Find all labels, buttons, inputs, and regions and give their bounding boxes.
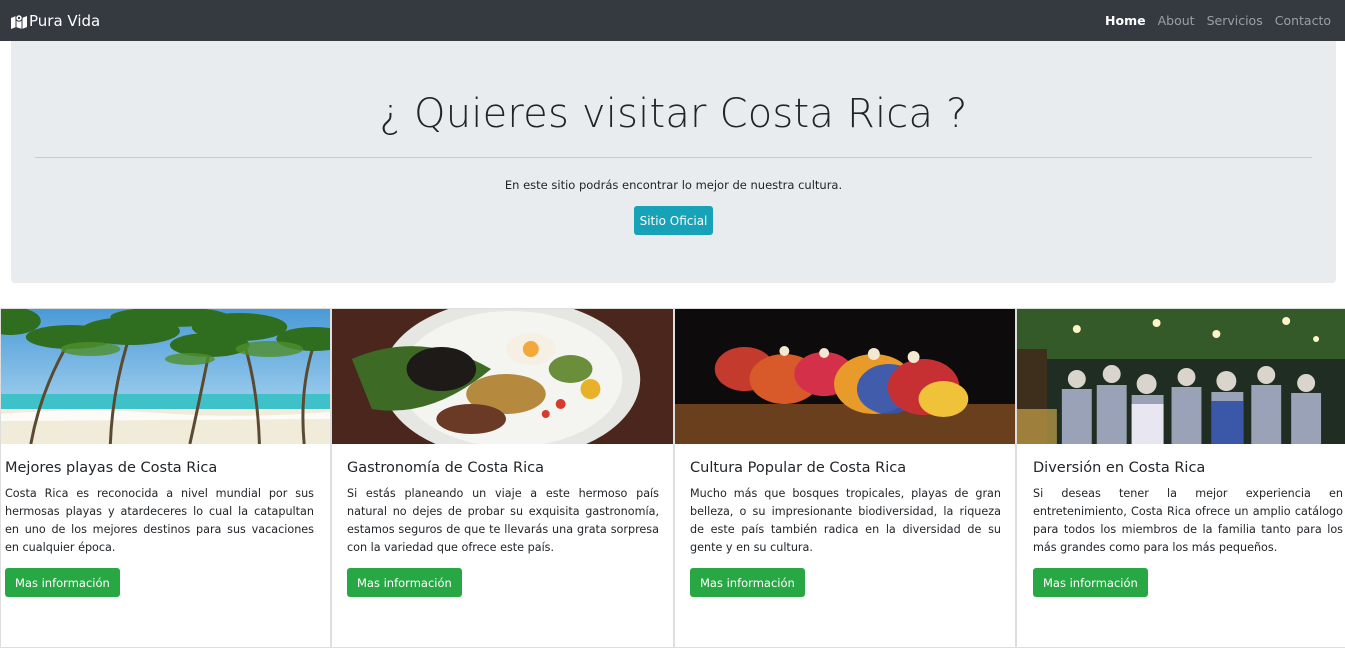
card-text: Mucho más que bosques tropicales, playas… bbox=[690, 487, 1001, 554]
card-body: Cultura Popular de Costa Rica Mucho más … bbox=[675, 444, 1015, 597]
card-body: Mejores playas de Costa Rica Costa Rica … bbox=[1, 444, 330, 597]
nav-link-servicios[interactable]: Servicios bbox=[1207, 13, 1263, 28]
brand-link[interactable]: Pura Vida bbox=[10, 12, 100, 30]
card-image-dancers bbox=[675, 309, 1015, 444]
card-culture: Cultura Popular de Costa Rica Mucho más … bbox=[674, 308, 1016, 648]
card-title: Cultura Popular de Costa Rica bbox=[690, 460, 907, 476]
card-fun: Diversión en Costa Rica Si deseas tener … bbox=[1016, 308, 1345, 648]
card-text: Costa Rica es reconocida a nivel mundial… bbox=[5, 487, 314, 554]
divider bbox=[35, 157, 1312, 158]
more-info-button[interactable]: Mas información bbox=[347, 568, 462, 597]
card-gastronomy: Gastronomía de Costa Rica Si estás plane… bbox=[331, 308, 674, 648]
card-title: Mejores playas de Costa Rica bbox=[5, 460, 218, 476]
card-image-crowd bbox=[1017, 309, 1345, 444]
lead-text: En este sitio podrás encontrar lo mejor … bbox=[504, 178, 843, 192]
card-title: Gastronomía de Costa Rica bbox=[347, 460, 545, 476]
navbar: Pura Vida Home About Servicios Contacto bbox=[0, 0, 1345, 41]
more-info-button[interactable]: Mas información bbox=[690, 568, 805, 597]
card-image-food bbox=[332, 309, 673, 444]
card-body: Diversión en Costa Rica Si deseas tener … bbox=[1017, 444, 1345, 597]
jumbotron: ¿ Quieres visitar Costa Rica ? En este s… bbox=[11, 41, 1336, 283]
card-title: Diversión en Costa Rica bbox=[1033, 460, 1206, 476]
card-image-beach bbox=[1, 309, 330, 444]
card-body: Gastronomía de Costa Rica Si estás plane… bbox=[332, 444, 673, 597]
more-info-button[interactable]: Mas información bbox=[5, 568, 120, 597]
card-beaches: Mejores playas de Costa Rica Costa Rica … bbox=[0, 308, 331, 648]
card-text: Si estás planeando un viaje a este hermo… bbox=[347, 487, 659, 554]
page-title: ¿ Quieres visitar Costa Rica ? bbox=[379, 91, 968, 137]
nav-link-about[interactable]: About bbox=[1158, 13, 1195, 28]
map-icon bbox=[11, 13, 27, 29]
nav-link-contacto[interactable]: Contacto bbox=[1275, 13, 1331, 28]
nav-link-home[interactable]: Home bbox=[1105, 13, 1146, 28]
brand-name: Pura Vida bbox=[29, 11, 101, 30]
more-info-button[interactable]: Mas información bbox=[1033, 568, 1148, 597]
official-site-button[interactable]: Sitio Oficial bbox=[634, 206, 713, 235]
card-text: Si deseas tener la mejor experiencia en … bbox=[1033, 487, 1343, 554]
nav-links: Home About Servicios Contacto bbox=[1093, 13, 1331, 28]
